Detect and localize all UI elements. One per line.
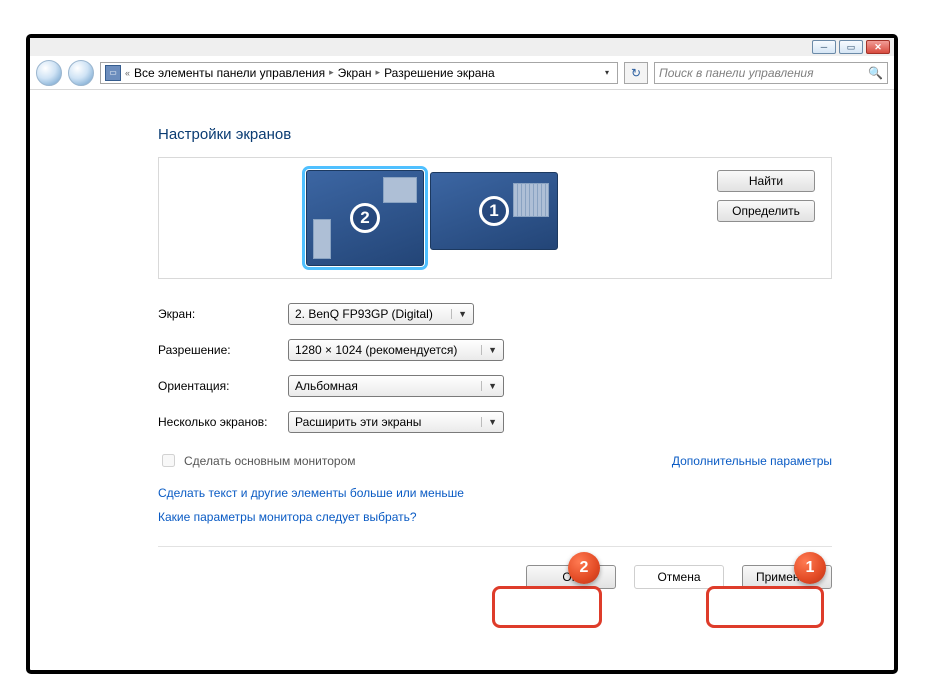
advanced-settings-link[interactable]: Дополнительные параметры xyxy=(672,454,832,468)
search-input[interactable]: Поиск в панели управления 🔍 xyxy=(654,62,888,84)
maximize-button[interactable]: ▭ xyxy=(839,40,863,54)
orientation-dropdown[interactable]: Альбомная ▼ xyxy=(288,375,504,397)
screen-value: 2. BenQ FP93GP (Digital) xyxy=(295,307,433,321)
primary-checkbox-row[interactable]: Сделать основным монитором xyxy=(158,451,356,470)
nav-bar: ▭ « Все элементы панели управления ▸ Экр… xyxy=(30,56,894,90)
breadcrumb-prefix: « xyxy=(125,68,130,78)
resolution-label: Разрешение: xyxy=(158,343,288,357)
callout-badge-1: 1 xyxy=(794,552,826,584)
chevron-down-icon: ▼ xyxy=(451,309,467,319)
chevron-down-icon: ▼ xyxy=(481,381,497,391)
callout-badge-2: 2 xyxy=(568,552,600,584)
breadcrumb-seg-1[interactable]: Все элементы панели управления xyxy=(134,66,325,80)
address-dropdown-icon[interactable]: ▾ xyxy=(601,68,613,77)
primary-checkbox[interactable] xyxy=(162,454,175,467)
resolution-value: 1280 × 1024 (рекомендуется) xyxy=(295,343,457,357)
cancel-button[interactable]: Отмена xyxy=(634,565,724,589)
monitor-2[interactable]: 2 xyxy=(306,170,424,266)
chevron-right-icon: ▸ xyxy=(329,67,334,78)
address-bar[interactable]: ▭ « Все элементы панели управления ▸ Экр… xyxy=(100,62,618,84)
which-settings-link[interactable]: Какие параметры монитора следует выбрать… xyxy=(158,510,832,524)
breadcrumb-seg-2[interactable]: Экран xyxy=(338,66,372,80)
chevron-down-icon: ▼ xyxy=(481,345,497,355)
breadcrumb-seg-3[interactable]: Разрешение экрана xyxy=(384,66,495,80)
footer-buttons: OK Отмена Применить xyxy=(158,547,832,589)
display-stage[interactable]: 2 1 xyxy=(167,166,697,270)
identify-button[interactable]: Определить xyxy=(717,200,815,222)
multi-label: Несколько экранов: xyxy=(158,415,288,429)
titlebar: ─ ▭ ✕ xyxy=(30,38,894,56)
chevron-right-icon: ▸ xyxy=(376,67,381,78)
text-size-link[interactable]: Сделать текст и другие элементы больше и… xyxy=(158,486,832,500)
screen-label: Экран: xyxy=(158,307,288,321)
screen-dropdown[interactable]: 2. BenQ FP93GP (Digital) ▼ xyxy=(288,303,474,325)
page-title: Настройки экранов xyxy=(158,126,832,143)
nav-back-button[interactable] xyxy=(36,60,62,86)
multi-value: Расширить эти экраны xyxy=(295,415,421,429)
minimize-button[interactable]: ─ xyxy=(812,40,836,54)
monitor-1-number: 1 xyxy=(479,196,509,226)
close-button[interactable]: ✕ xyxy=(866,40,890,54)
orientation-value: Альбомная xyxy=(295,379,358,393)
find-button[interactable]: Найти xyxy=(717,170,815,192)
monitor-icon: ▭ xyxy=(105,65,121,81)
search-icon: 🔍 xyxy=(868,66,883,80)
refresh-button[interactable]: ↻ xyxy=(624,62,648,84)
chevron-down-icon: ▼ xyxy=(481,417,497,427)
resolution-dropdown[interactable]: 1280 × 1024 (рекомендуется) ▼ xyxy=(288,339,504,361)
monitor-2-number: 2 xyxy=(350,203,380,233)
monitor-1[interactable]: 1 xyxy=(430,172,558,250)
multi-dropdown[interactable]: Расширить эти экраны ▼ xyxy=(288,411,504,433)
nav-forward-button[interactable] xyxy=(68,60,94,86)
display-preview: 2 1 Найти Определить xyxy=(158,157,832,279)
search-placeholder: Поиск в панели управления xyxy=(659,66,814,80)
primary-checkbox-label: Сделать основным монитором xyxy=(184,454,356,468)
orientation-label: Ориентация: xyxy=(158,379,288,393)
